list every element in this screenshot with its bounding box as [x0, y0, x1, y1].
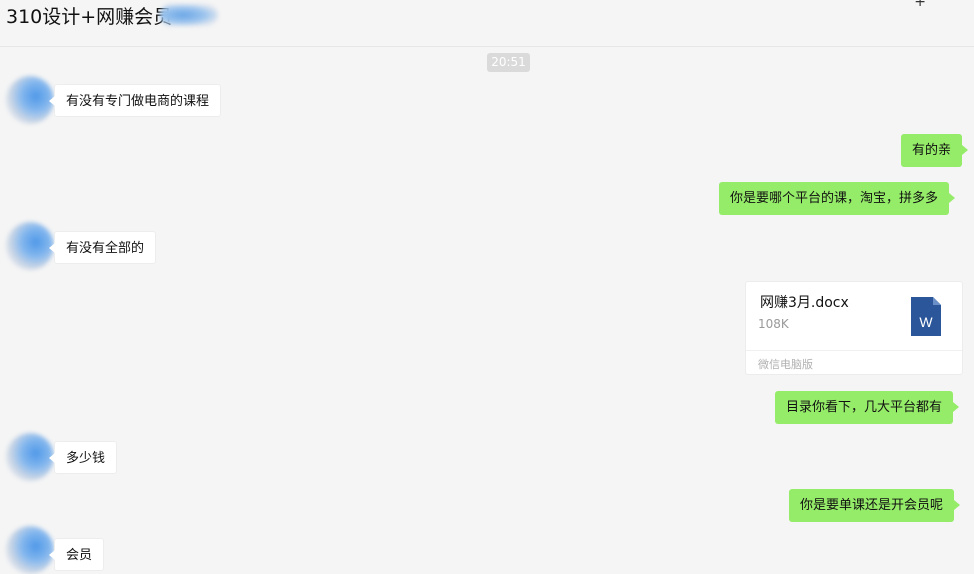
- sent-message[interactable]: 你是要单课还是开会员呢: [789, 489, 961, 522]
- received-message[interactable]: 会员: [48, 538, 105, 571]
- word-doc-icon: W: [911, 297, 941, 336]
- sent-message[interactable]: 有的亲: [901, 134, 969, 167]
- more-icon[interactable]: +: [914, 0, 926, 10]
- word-icon-letter: W: [919, 314, 933, 330]
- chat-header: 310设计+网赚会员 +: [0, 0, 974, 47]
- file-message-card[interactable]: 网赚3月.docx 108K W 微信电脑版: [745, 281, 963, 375]
- file-size: 108K: [758, 317, 789, 331]
- contact-avatar[interactable]: [6, 433, 54, 481]
- received-message[interactable]: 有没有专门做电商的课程: [48, 84, 222, 117]
- contact-avatar[interactable]: [6, 76, 54, 124]
- sent-message[interactable]: 目录你看下，几大平台都有: [775, 391, 960, 424]
- timestamp-divider: 20:51: [487, 53, 530, 72]
- chat-title[interactable]: 310设计+网赚会员: [6, 4, 172, 30]
- file-card-divider: [746, 350, 962, 351]
- received-message[interactable]: 多少钱: [48, 441, 118, 474]
- file-name: 网赚3月.docx: [760, 295, 849, 311]
- received-message[interactable]: 有没有全部的: [48, 231, 157, 264]
- sent-message[interactable]: 你是要哪个平台的课，淘宝，拼多多: [719, 182, 956, 215]
- contact-avatar[interactable]: [6, 526, 54, 574]
- contact-avatar[interactable]: [6, 222, 54, 270]
- blurred-title-suffix: [160, 4, 218, 26]
- file-source: 微信电脑版: [758, 358, 813, 371]
